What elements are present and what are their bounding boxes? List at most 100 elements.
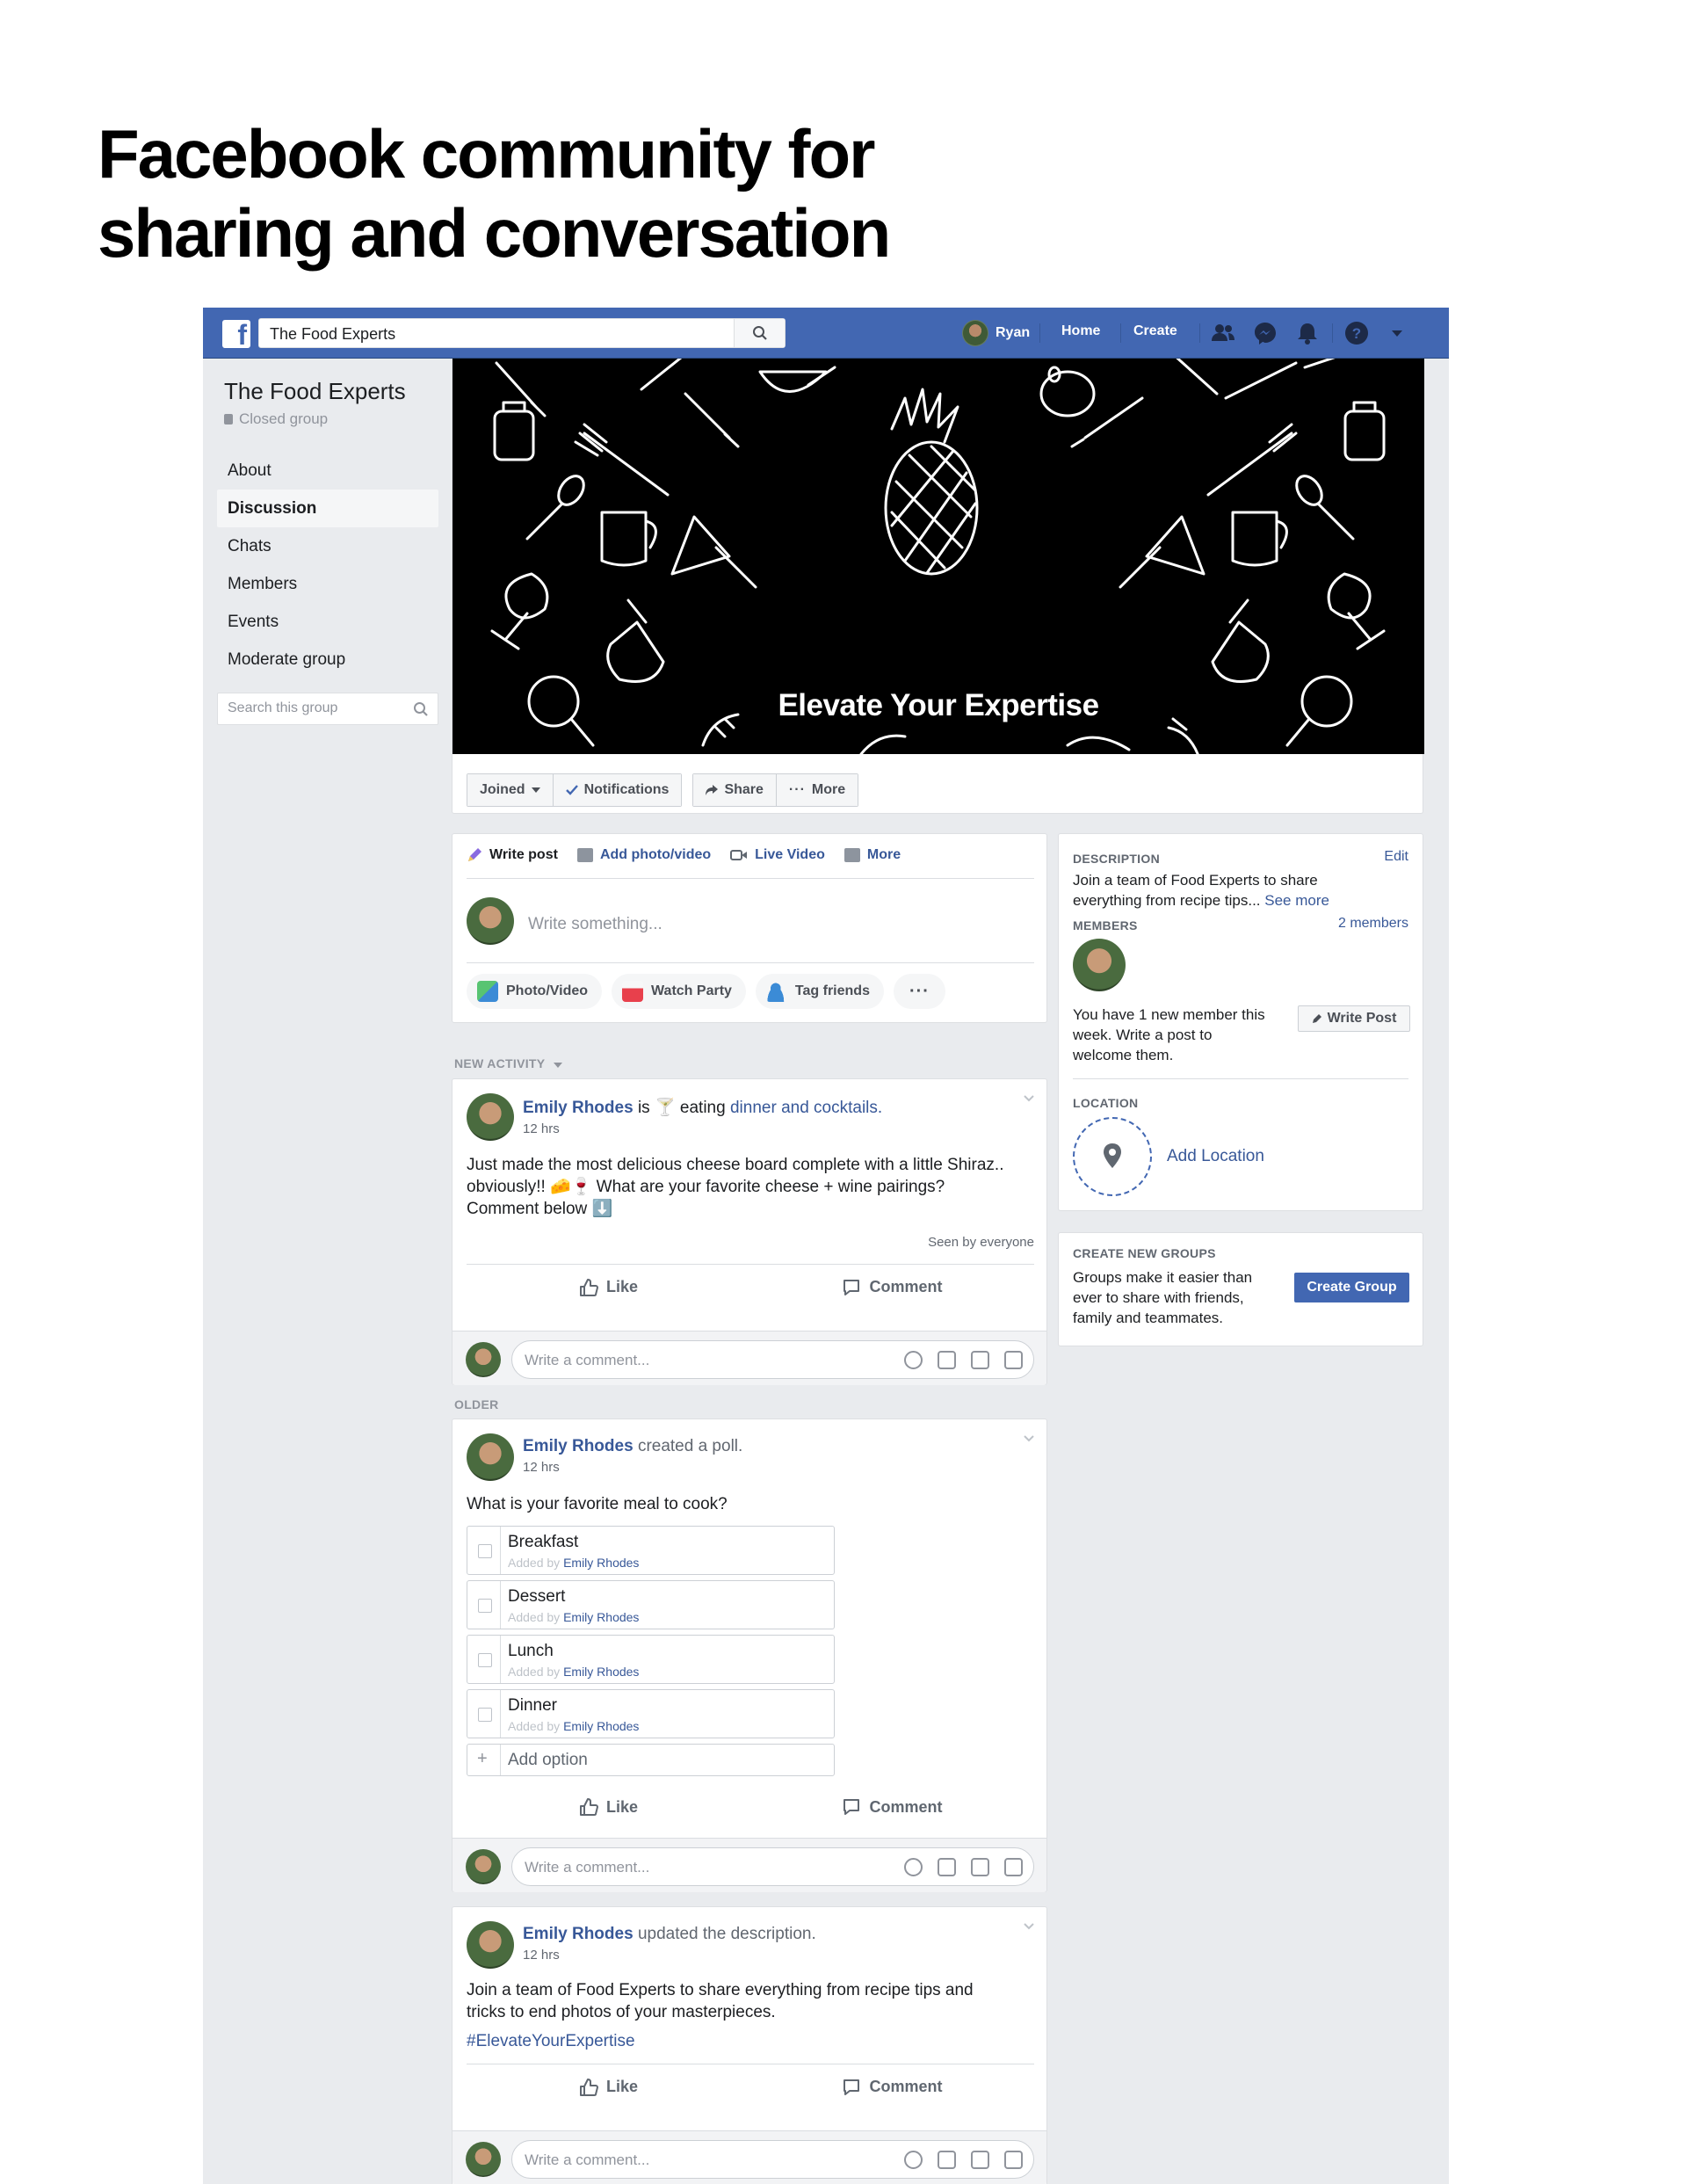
like-button[interactable]: Like: [467, 1784, 750, 1830]
home-link[interactable]: Home: [1061, 323, 1100, 339]
comment-input[interactable]: Write a comment...: [511, 1340, 1034, 1379]
camera-icon[interactable]: [938, 2151, 956, 2169]
comment-tools: [904, 2151, 1023, 2169]
author-name[interactable]: Emily Rhodes: [523, 1437, 634, 1455]
avatar[interactable]: [467, 1433, 514, 1481]
group-nav-chats[interactable]: Chats: [217, 527, 438, 565]
emoji-icon[interactable]: [904, 1351, 923, 1369]
post-options-chevron-icon[interactable]: [1024, 1923, 1034, 1930]
members-count-link[interactable]: 2 members: [1338, 916, 1408, 932]
added-by-name-link[interactable]: Emily Rhodes: [563, 1665, 639, 1679]
group-nav-about[interactable]: About: [217, 452, 438, 490]
group-nav-events[interactable]: Events: [217, 603, 438, 641]
poll-checkbox[interactable]: [478, 1599, 492, 1613]
share-button[interactable]: Share: [693, 774, 777, 806]
added-by-name-link[interactable]: Emily Rhodes: [563, 1610, 639, 1624]
composer-input[interactable]: Write something...: [528, 915, 662, 934]
avatar[interactable]: [467, 1921, 514, 1969]
tab-live-video[interactable]: Live Video: [730, 843, 825, 867]
post-timestamp[interactable]: 12 hrs: [523, 1948, 816, 1963]
tag-friends-button[interactable]: Tag friends: [755, 974, 884, 1009]
global-search-input[interactable]: The Food Experts: [270, 325, 395, 344]
comment-input[interactable]: Write a comment...: [511, 2140, 1034, 2179]
tab-write-post[interactable]: Write post: [467, 843, 558, 867]
sticker-icon[interactable]: [1004, 1858, 1023, 1876]
like-button[interactable]: Like: [467, 1265, 750, 1310]
comment-button[interactable]: Comment: [750, 1784, 1034, 1830]
added-by-prefix: Added by: [508, 1610, 561, 1624]
add-location-button[interactable]: [1073, 1117, 1152, 1196]
add-location-link[interactable]: Add Location: [1167, 1147, 1264, 1166]
friend-requests-icon[interactable]: [1210, 320, 1236, 346]
cover-title: Elevate Your Expertise: [778, 688, 1099, 722]
post-options-chevron-icon[interactable]: [1024, 1435, 1034, 1442]
author-name[interactable]: Emily Rhodes: [523, 1925, 634, 1943]
gif-icon[interactable]: [971, 2151, 989, 2169]
seen-by-indicator[interactable]: Seen by everyone: [928, 1235, 1034, 1250]
new-activity-label[interactable]: NEW ACTIVITY: [454, 1056, 563, 1070]
hashtag-link[interactable]: #ElevateYourExpertise: [467, 2030, 974, 2052]
group-search-input[interactable]: [228, 700, 403, 716]
divider: [1073, 1078, 1408, 1079]
help-icon[interactable]: ?: [1343, 320, 1370, 346]
like-button[interactable]: Like: [467, 2064, 750, 2109]
camera-icon[interactable]: [938, 1858, 956, 1876]
added-by-name-link[interactable]: Emily Rhodes: [563, 1719, 639, 1733]
profile-link[interactable]: Ryan: [962, 317, 1030, 349]
group-nav-moderate[interactable]: Moderate group: [217, 641, 438, 678]
tab-more[interactable]: More: [844, 843, 901, 867]
author-name[interactable]: Emily Rhodes: [523, 1099, 634, 1117]
more-button[interactable]: ··· More: [776, 774, 858, 806]
poll-checkbox[interactable]: [478, 1544, 492, 1558]
activity-target-link[interactable]: dinner and cocktails.: [730, 1099, 882, 1117]
account-menu-chevron-down-icon[interactable]: [1384, 320, 1410, 346]
emoji-icon[interactable]: [904, 1858, 923, 1876]
joined-button[interactable]: Joined: [467, 774, 554, 806]
poll-option-author: Added by Emily Rhodes: [508, 1719, 639, 1733]
sticker-icon[interactable]: [1004, 1351, 1023, 1369]
see-more-link[interactable]: See more: [1264, 892, 1329, 909]
tab-add-photo-video[interactable]: Add photo/video: [576, 843, 711, 867]
search-icon[interactable]: [413, 701, 429, 717]
post-timestamp[interactable]: 12 hrs: [523, 1460, 742, 1475]
poll-option[interactable]: Breakfast Added by Emily Rhodes: [467, 1526, 835, 1575]
poll-checkbox[interactable]: [478, 1653, 492, 1667]
gif-icon[interactable]: [971, 1858, 989, 1876]
comment-button[interactable]: Comment: [750, 2064, 1034, 2109]
global-search[interactable]: The Food Experts: [258, 318, 786, 348]
added-by-name-link[interactable]: Emily Rhodes: [563, 1556, 639, 1570]
search-button[interactable]: [734, 319, 785, 347]
more-options-button[interactable]: ···: [893, 974, 945, 1009]
notifications-button[interactable]: Notifications: [553, 774, 682, 806]
avatar[interactable]: [467, 1093, 514, 1141]
comment-input[interactable]: Write a comment...: [511, 1847, 1034, 1886]
emoji-icon[interactable]: [904, 2151, 923, 2169]
group-nav-discussion[interactable]: Discussion: [217, 490, 438, 527]
camera-icon[interactable]: [938, 1351, 956, 1369]
comment-button[interactable]: Comment: [750, 1265, 1034, 1310]
messenger-icon[interactable]: [1252, 320, 1278, 346]
create-group-button[interactable]: Create Group: [1294, 1273, 1409, 1302]
avatar[interactable]: [1073, 939, 1126, 991]
poll-post-card: Emily Rhodes created a poll. 12 hrs What…: [452, 1419, 1047, 1892]
post-timestamp[interactable]: 12 hrs: [523, 1121, 882, 1136]
edit-description-link[interactable]: Edit: [1384, 849, 1408, 865]
photo-video-button[interactable]: Photo/Video: [467, 974, 603, 1009]
group-nav-members[interactable]: Members: [217, 565, 438, 603]
notifications-bell-icon[interactable]: [1294, 320, 1321, 346]
watch-party-button[interactable]: Watch Party: [612, 974, 746, 1009]
poll-option[interactable]: Dinner Added by Emily Rhodes: [467, 1689, 835, 1738]
avatar: [466, 1342, 501, 1377]
poll-option[interactable]: Dessert Added by Emily Rhodes: [467, 1580, 835, 1629]
post-options-chevron-icon[interactable]: [1024, 1095, 1034, 1102]
create-link[interactable]: Create: [1133, 323, 1177, 339]
sticker-icon[interactable]: [1004, 2151, 1023, 2169]
poll-option[interactable]: Lunch Added by Emily Rhodes: [467, 1635, 835, 1684]
post-header: Emily Rhodes is 🍸 eating dinner and cock…: [523, 1097, 882, 1136]
add-poll-option[interactable]: + Add option: [467, 1744, 835, 1776]
group-name[interactable]: The Food Experts: [224, 378, 406, 405]
gif-icon[interactable]: [971, 1351, 989, 1369]
write-post-button[interactable]: Write Post: [1298, 1005, 1410, 1032]
poll-checkbox[interactable]: [478, 1708, 492, 1722]
facebook-logo-icon[interactable]: f: [222, 319, 250, 351]
